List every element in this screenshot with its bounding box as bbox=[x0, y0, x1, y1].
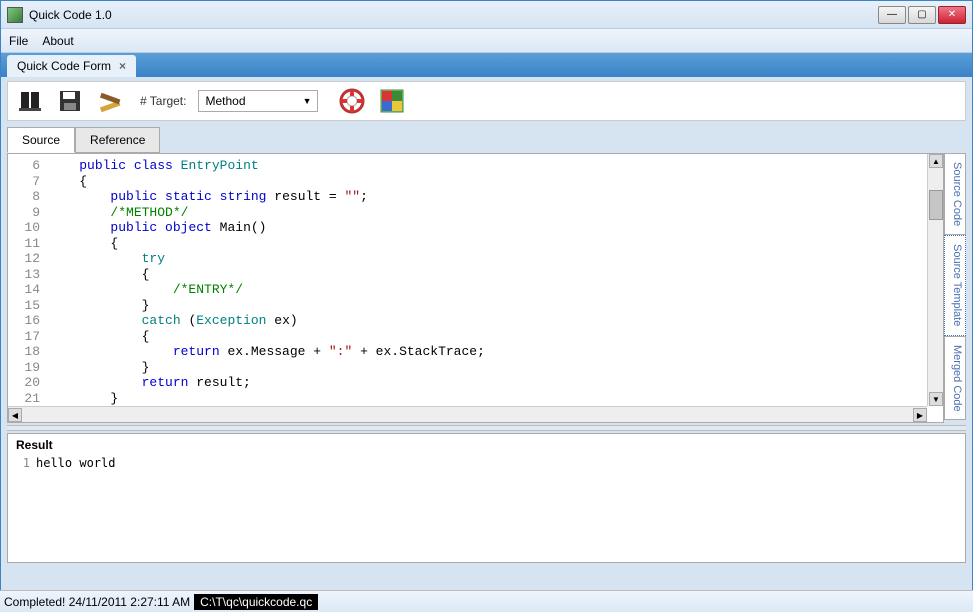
close-button[interactable]: ✕ bbox=[938, 6, 966, 24]
code-line: 20 return result; bbox=[8, 375, 943, 391]
minimize-button[interactable]: — bbox=[878, 6, 906, 24]
save-button[interactable] bbox=[56, 87, 84, 115]
line-number: 13 bbox=[8, 267, 48, 283]
app-icon bbox=[7, 7, 23, 23]
code-line: 10 public object Main() bbox=[8, 220, 943, 236]
target-label: # Target: bbox=[140, 94, 186, 108]
open-button[interactable] bbox=[16, 87, 44, 115]
code-text: /*ENTRY*/ bbox=[48, 282, 243, 298]
result-title: Result bbox=[16, 438, 957, 452]
code-text: public class EntryPoint bbox=[48, 158, 259, 174]
result-line-number: 1 bbox=[16, 456, 30, 470]
scroll-down-arrow-icon[interactable]: ▼ bbox=[929, 392, 943, 406]
line-number: 20 bbox=[8, 375, 48, 391]
statusbar: Completed! 24/11/2011 2:27:11 AM C:\T\qc… bbox=[0, 590, 973, 612]
line-number: 15 bbox=[8, 298, 48, 314]
close-icon[interactable]: × bbox=[119, 59, 126, 73]
toolbar: # Target: Method ▼ bbox=[7, 81, 966, 121]
code-text: { bbox=[48, 267, 149, 283]
line-number: 14 bbox=[8, 282, 48, 298]
line-number: 17 bbox=[8, 329, 48, 345]
save-icon bbox=[58, 89, 82, 113]
code-line: 11 { bbox=[8, 236, 943, 252]
editor-tabs: Source Reference bbox=[7, 127, 966, 153]
scroll-right-arrow-icon[interactable]: ▶ bbox=[913, 408, 927, 422]
lifebuoy-icon bbox=[339, 88, 365, 114]
code-line: 9 /*METHOD*/ bbox=[8, 205, 943, 221]
doc-tab-label: Quick Code Form bbox=[17, 59, 111, 73]
sidetab-merged-code[interactable]: Merged Code bbox=[944, 336, 966, 421]
folder-icon bbox=[17, 88, 43, 114]
code-line: 21 } bbox=[8, 391, 943, 407]
code-text: public object Main() bbox=[48, 220, 266, 236]
code-text: catch (Exception ex) bbox=[48, 313, 298, 329]
code-text: { bbox=[48, 236, 118, 252]
line-number: 16 bbox=[8, 313, 48, 329]
menu-about[interactable]: About bbox=[42, 34, 73, 48]
status-message: Completed! 24/11/2011 2:27:11 AM bbox=[4, 595, 190, 609]
doc-tab-quickcodeform[interactable]: Quick Code Form × bbox=[7, 55, 136, 77]
chevron-down-icon: ▼ bbox=[303, 96, 312, 106]
scroll-up-arrow-icon[interactable]: ▲ bbox=[929, 154, 943, 168]
code-text: public static string result = ""; bbox=[48, 189, 368, 205]
titlebar: Quick Code 1.0 — ▢ ✕ bbox=[1, 1, 972, 29]
line-number: 19 bbox=[8, 360, 48, 376]
code-line: 12 try bbox=[8, 251, 943, 267]
line-number: 11 bbox=[8, 236, 48, 252]
code-text: try bbox=[48, 251, 165, 267]
tab-source[interactable]: Source bbox=[7, 127, 75, 153]
code-text: { bbox=[48, 329, 149, 345]
lifebuoy-button[interactable] bbox=[338, 87, 366, 115]
menu-file[interactable]: File bbox=[9, 34, 28, 48]
horizontal-scrollbar[interactable]: ◀ ▶ bbox=[8, 406, 927, 422]
vertical-scrollbar[interactable]: ▲ ▼ bbox=[927, 154, 943, 406]
line-number: 6 bbox=[8, 158, 48, 174]
sidetab-source-code[interactable]: Source Code bbox=[944, 153, 966, 235]
code-text: } bbox=[48, 360, 149, 376]
document-tabstrip: Quick Code Form × bbox=[1, 53, 972, 77]
code-text: return result; bbox=[48, 375, 251, 391]
code-text: /*METHOD*/ bbox=[48, 205, 188, 221]
windows-flag-icon bbox=[379, 88, 405, 114]
line-number: 18 bbox=[8, 344, 48, 360]
result-line-text: hello world bbox=[36, 456, 115, 470]
line-number: 7 bbox=[8, 174, 48, 190]
code-line: 8 public static string result = ""; bbox=[8, 189, 943, 205]
code-text: } bbox=[48, 391, 118, 407]
result-line: 1 hello world bbox=[16, 456, 957, 470]
code-text: { bbox=[48, 174, 87, 190]
target-dropdown[interactable]: Method ▼ bbox=[198, 90, 318, 112]
code-line: 14 /*ENTRY*/ bbox=[8, 282, 943, 298]
line-number: 12 bbox=[8, 251, 48, 267]
code-line: 6 public class EntryPoint bbox=[8, 158, 943, 174]
code-line: 18 return ex.Message + ":" + ex.StackTra… bbox=[8, 344, 943, 360]
code-editor[interactable]: 6 public class EntryPoint7 {8 public sta… bbox=[7, 153, 944, 423]
scroll-left-arrow-icon[interactable]: ◀ bbox=[8, 408, 22, 422]
splitter[interactable] bbox=[7, 425, 966, 431]
pencil-ruler-icon bbox=[97, 88, 123, 114]
maximize-button[interactable]: ▢ bbox=[908, 6, 936, 24]
menubar: File About bbox=[1, 29, 972, 53]
line-number: 21 bbox=[8, 391, 48, 407]
edit-button[interactable] bbox=[96, 87, 124, 115]
line-number: 8 bbox=[8, 189, 48, 205]
code-text: } bbox=[48, 298, 149, 314]
code-line: 15 } bbox=[8, 298, 943, 314]
run-button[interactable] bbox=[378, 87, 406, 115]
code-text: return ex.Message + ":" + ex.StackTrace; bbox=[48, 344, 485, 360]
status-path: C:\T\qc\quickcode.qc bbox=[194, 594, 318, 610]
window-title: Quick Code 1.0 bbox=[29, 8, 112, 22]
result-panel: Result 1 hello world bbox=[7, 433, 966, 563]
line-number: 9 bbox=[8, 205, 48, 221]
code-line: 13 { bbox=[8, 267, 943, 283]
line-number: 10 bbox=[8, 220, 48, 236]
scroll-thumb[interactable] bbox=[929, 190, 943, 220]
target-selected: Method bbox=[205, 94, 245, 108]
code-line: 19 } bbox=[8, 360, 943, 376]
sidetab-source-template[interactable]: Source Template bbox=[944, 235, 966, 335]
code-line: 16 catch (Exception ex) bbox=[8, 313, 943, 329]
code-line: 7 { bbox=[8, 174, 943, 190]
code-line: 17 { bbox=[8, 329, 943, 345]
tab-reference[interactable]: Reference bbox=[75, 127, 160, 153]
